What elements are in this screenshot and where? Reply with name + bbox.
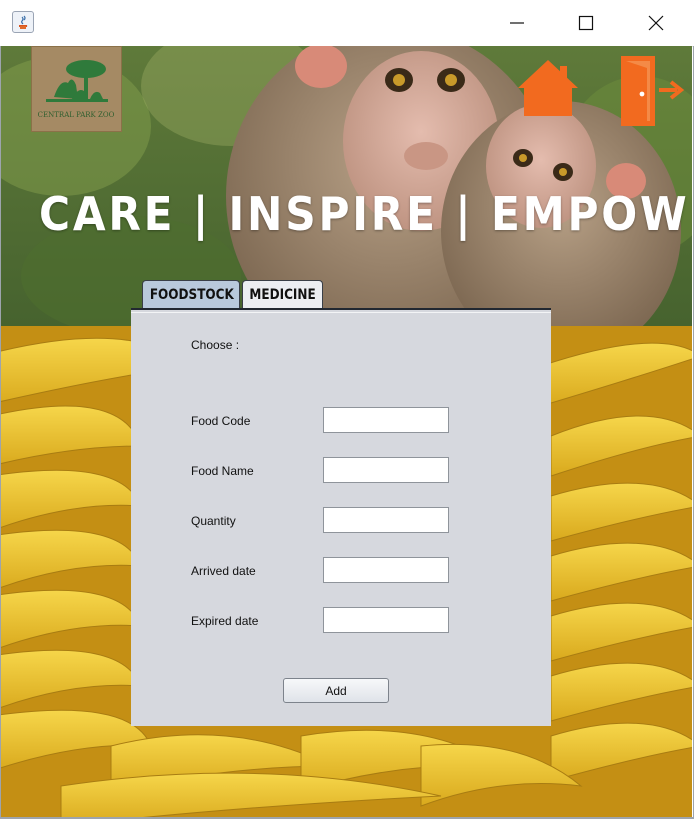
quantity-label: Quantity — [191, 514, 236, 528]
tab-foodstock-label: FOODSTOCK — [149, 287, 234, 303]
panel-divider — [131, 312, 551, 313]
exit-button[interactable] — [617, 54, 685, 128]
quantity-input[interactable] — [323, 507, 449, 533]
tagline: CARE | INSPIRE | EMPOWER — [39, 187, 692, 241]
close-icon — [648, 15, 664, 31]
foodstock-panel: Choose : Food Code Food Name Quantity Ar… — [131, 308, 551, 726]
window-titlebar — [0, 0, 694, 47]
svg-text:CENTRAL PARK ZOO: CENTRAL PARK ZOO — [38, 111, 115, 119]
zoo-logo: CENTRAL PARK ZOO — [31, 46, 122, 132]
add-button[interactable]: Add — [283, 678, 389, 703]
food-name-input[interactable] — [323, 457, 449, 483]
minimize-button[interactable] — [494, 0, 540, 46]
close-button[interactable] — [633, 0, 679, 46]
tab-foodstock[interactable]: FOODSTOCK — [142, 280, 240, 308]
window-content: CENTRAL PARK ZOO CARE | INSPIRE | EMPOWE… — [1, 46, 692, 817]
minimize-icon — [510, 22, 524, 24]
expired-date-label: Expired date — [191, 614, 259, 628]
home-icon — [518, 60, 578, 116]
maximize-button[interactable] — [563, 0, 609, 46]
arrived-date-input[interactable] — [323, 557, 449, 583]
tab-medicine[interactable]: MEDICINE — [242, 280, 323, 308]
food-name-label: Food Name — [191, 464, 254, 478]
java-app-icon — [12, 11, 34, 33]
expired-date-input[interactable] — [323, 607, 449, 633]
home-button[interactable] — [514, 56, 582, 120]
maximize-icon — [578, 15, 594, 31]
food-code-label: Food Code — [191, 414, 251, 428]
arrived-date-label: Arrived date — [191, 564, 256, 578]
tab-medicine-label: MEDICINE — [249, 287, 316, 303]
exit-door-icon — [621, 56, 685, 126]
choose-label: Choose : — [191, 338, 240, 352]
food-code-input[interactable] — [323, 407, 449, 433]
